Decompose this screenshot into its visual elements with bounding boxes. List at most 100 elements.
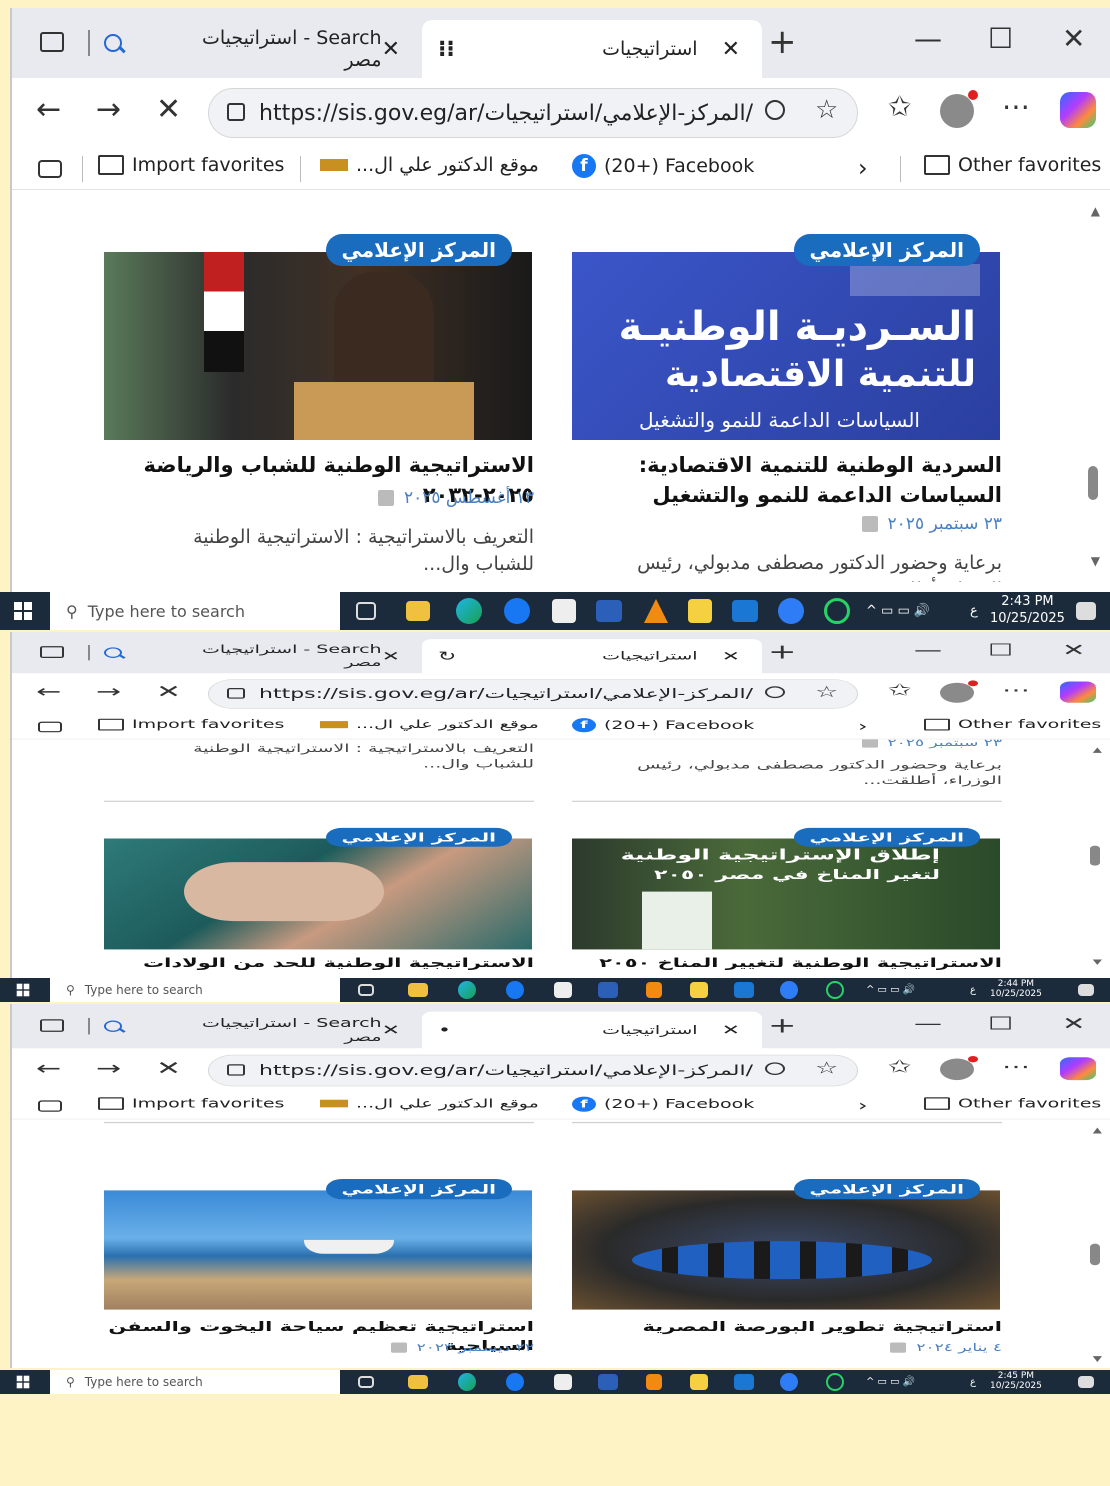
more-icon[interactable]: ⋯ [1002, 90, 1030, 123]
article-image[interactable]: إطلاق الإستراتيجية الوطنية لتغير المناخ … [572, 838, 1000, 950]
new-tab-icon[interactable]: + [768, 1013, 797, 1038]
page-content[interactable]: ▲ ▼ السـرديـة الوطنيـة للتنمية الاقتصادي… [12, 190, 1110, 582]
close-icon[interactable]: ✕ [722, 1022, 740, 1038]
minimize-icon[interactable]: — [914, 1013, 942, 1034]
fav-doctor-site[interactable]: موقع الدكتور علي ال... [320, 1097, 539, 1111]
task-view-icon[interactable] [358, 1376, 374, 1388]
scrollbar-thumb[interactable] [1090, 845, 1100, 866]
new-tab-icon[interactable]: + [768, 22, 797, 62]
language-indicator[interactable]: ع [970, 604, 978, 619]
favorite-star-icon[interactable]: ☆ [815, 1059, 838, 1078]
minimize-icon[interactable]: — [914, 640, 942, 659]
fav-overflow-chevron[interactable]: › [858, 1097, 868, 1115]
url-field[interactable]: https://sis.gov.eg/ar/المركز-الإعلامي/اس… [208, 1054, 858, 1087]
stop-icon[interactable]: ✕ [156, 682, 181, 703]
category-badge[interactable]: المركز الإعلامي [793, 234, 980, 266]
edge-icon[interactable] [456, 598, 482, 624]
fav-overflow-chevron[interactable]: › [858, 718, 868, 735]
whatsapp-icon[interactable] [824, 598, 850, 624]
article-image[interactable] [104, 252, 532, 440]
copilot-icon[interactable] [1060, 92, 1096, 128]
close-icon[interactable]: ✕ [722, 37, 740, 62]
scroll-up-icon[interactable]: ▲ [1093, 1126, 1102, 1135]
category-badge[interactable]: المركز الإعلامي [325, 1178, 512, 1200]
forward-icon[interactable]: → [96, 1057, 121, 1079]
search-icon[interactable] [104, 34, 122, 52]
word-icon[interactable] [598, 982, 618, 998]
outlook-icon[interactable] [734, 982, 754, 998]
page-content[interactable]: ▲ ▼ المركز الإعلامي استراتيجية تطوير الب… [12, 1119, 1110, 1368]
calendar-app-icon[interactable] [690, 1374, 708, 1390]
scroll-up-icon[interactable]: ▲ [1093, 745, 1102, 753]
more-icon[interactable]: ⋯ [1002, 680, 1030, 699]
taskbar-clock[interactable]: 2:45 PM 10/25/2025 [990, 1371, 1042, 1392]
fav-doctor-site[interactable]: موقع الدكتور علي ال... [320, 718, 539, 731]
facebook-icon[interactable] [506, 981, 524, 999]
maximize-icon[interactable]: ☐ [988, 640, 1013, 659]
article-title[interactable]: الاستراتيجية الوطنية لتغيير المناخ ٢٠٥٠ [572, 954, 1002, 971]
messenger-icon[interactable] [778, 598, 804, 624]
notifications-icon[interactable] [1078, 1376, 1094, 1388]
language-indicator[interactable]: ع [970, 985, 976, 996]
article-card[interactable]: المركز الإعلامي استراتيجية تطوير البورصة… [572, 1178, 1002, 1368]
profile-avatar[interactable] [940, 1055, 978, 1081]
taskbar-clock[interactable]: 2:44 PM 10/25/2025 [990, 979, 1042, 1000]
category-badge[interactable]: المركز الإعلامي [325, 827, 512, 847]
page-content[interactable]: ▲ ▼ ٢٣ سبتمبر ٢٠٢٥ برعاية وحضور الدكتور … [12, 739, 1110, 971]
back-icon[interactable]: ← [36, 682, 61, 703]
tab-actions-icon[interactable] [40, 1019, 64, 1032]
maximize-icon[interactable]: ☐ [988, 1013, 1013, 1034]
messenger-icon[interactable] [780, 981, 798, 999]
taskbar-search-input[interactable]: ⚲ Type here to search [50, 1370, 340, 1394]
word-icon[interactable] [598, 1374, 618, 1390]
favorites-icon[interactable]: ✩ [888, 1056, 911, 1077]
close-icon[interactable]: ✕ [722, 649, 740, 664]
language-indicator[interactable]: ع [970, 1377, 976, 1388]
forward-icon[interactable]: → [96, 682, 121, 703]
article-image[interactable]: السـرديـة الوطنيـة للتنمية الاقتصادية ال… [572, 252, 1000, 440]
article-image[interactable] [572, 1190, 1000, 1310]
minimize-icon[interactable]: — [914, 22, 942, 55]
fav-other[interactable]: Other favorites [924, 1097, 1101, 1111]
copilot-icon[interactable] [1060, 1057, 1096, 1081]
tab-strategies[interactable]: • استراتيجيات ✕ [422, 1011, 762, 1049]
fav-import[interactable]: Import favorites [98, 154, 284, 176]
favorite-star-icon[interactable]: ☆ [815, 95, 838, 125]
scroll-down-icon[interactable]: ▼ [1091, 554, 1100, 568]
article-title[interactable]: استراتيجية تطوير البورصة المصرية [572, 1317, 1002, 1336]
reading-view-icon[interactable] [38, 1100, 62, 1112]
new-tab-icon[interactable]: + [768, 640, 797, 664]
back-icon[interactable]: ← [36, 92, 61, 127]
taskbar-search-input[interactable]: ⚲ Type here to search [50, 592, 340, 630]
tab-actions-icon[interactable] [40, 646, 64, 658]
category-badge[interactable]: المركز الإعلامي [793, 1178, 980, 1200]
close-window-icon[interactable]: ✕ [1062, 22, 1085, 55]
article-card[interactable]: المركز الإعلامي الاستراتيجية الوطنية للش… [104, 234, 534, 582]
article-title[interactable]: الاستراتيجية الوطنية للحد من الولادات ال… [104, 954, 534, 971]
article-card[interactable]: إطلاق الإستراتيجية الوطنية لتغير المناخ … [572, 827, 1002, 971]
fav-doctor-site[interactable]: موقع الدكتور علي ال... [320, 154, 539, 176]
scroll-up-icon[interactable]: ▲ [1091, 204, 1100, 218]
app-icon[interactable] [552, 599, 576, 623]
tab-strategies[interactable]: ⁝⁝ استراتيجيات ✕ [422, 20, 762, 78]
fav-other[interactable]: Other favorites [924, 154, 1101, 176]
edge-icon[interactable] [458, 1373, 476, 1391]
whatsapp-icon[interactable] [826, 981, 844, 999]
article-image[interactable] [104, 838, 532, 950]
lock-icon[interactable] [227, 1064, 245, 1076]
reading-view-icon[interactable] [38, 160, 62, 178]
lock-icon[interactable] [227, 103, 245, 121]
task-view-icon[interactable] [358, 984, 374, 996]
profile-avatar[interactable] [940, 90, 978, 128]
fav-overflow-chevron[interactable]: › [858, 154, 868, 182]
calendar-app-icon[interactable] [690, 982, 708, 998]
close-icon[interactable]: ✕ [382, 37, 400, 62]
fav-facebook[interactable]: f (20+) Facebook [572, 1096, 754, 1112]
fav-facebook[interactable]: f (20+) Facebook [572, 718, 754, 733]
profile-avatar[interactable] [940, 680, 978, 703]
reading-view-icon[interactable] [38, 721, 62, 733]
fav-facebook[interactable]: f (20+) Facebook [572, 154, 754, 178]
search-icon[interactable] [104, 647, 122, 658]
url-field[interactable]: https://sis.gov.eg/ar/المركز-الإعلامي/اس… [208, 679, 858, 709]
maximize-icon[interactable]: ☐ [988, 22, 1013, 55]
